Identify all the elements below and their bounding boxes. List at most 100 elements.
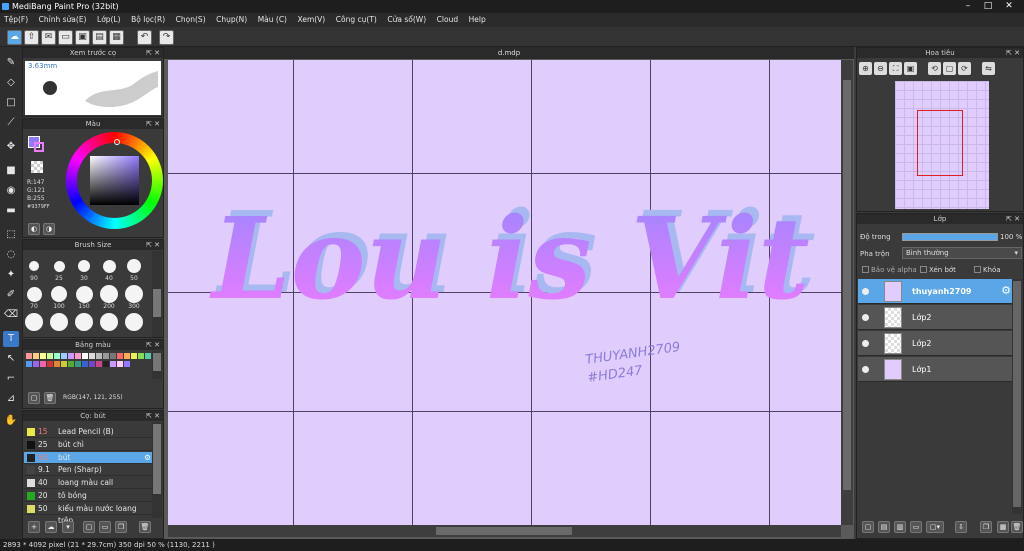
layer-row[interactable]: Lớp2 bbox=[858, 331, 1013, 356]
layer-row[interactable]: Lớp1 bbox=[858, 357, 1013, 382]
background-color-swatch[interactable] bbox=[34, 142, 44, 152]
palette-swatch[interactable] bbox=[26, 353, 32, 359]
hand-tool-icon[interactable]: ✋ bbox=[3, 413, 19, 429]
zoom-out-icon[interactable]: ⊖ bbox=[874, 62, 887, 75]
blend-mode-select[interactable]: Bình thường ▾ bbox=[902, 247, 1022, 259]
palette-swatch[interactable] bbox=[103, 361, 109, 367]
menu-help[interactable]: Help bbox=[465, 13, 490, 27]
opacity-slider[interactable] bbox=[902, 233, 998, 241]
palette-add-icon[interactable]: ▢ bbox=[28, 392, 40, 404]
palette-swatch[interactable] bbox=[117, 361, 123, 367]
palette-swatch[interactable] bbox=[47, 361, 53, 367]
palette-swatch[interactable] bbox=[75, 361, 81, 367]
navigator-thumbnail[interactable] bbox=[895, 81, 989, 209]
minimize-button[interactable]: – bbox=[958, 0, 978, 13]
palette-swatch[interactable] bbox=[96, 361, 102, 367]
bucket-tool-icon[interactable]: ◉ bbox=[3, 183, 19, 199]
export-icon[interactable]: ⇧ bbox=[24, 30, 39, 45]
lock-checkbox[interactable]: Khóa bbox=[974, 266, 1001, 274]
palette-swatch[interactable] bbox=[138, 353, 144, 359]
menu-select[interactable]: Chọn(S) bbox=[172, 13, 210, 27]
menu-layer[interactable]: Lớp(L) bbox=[93, 13, 125, 27]
dropper-tool-icon[interactable]: ⌐ bbox=[3, 371, 19, 387]
magic-wand-tool-icon[interactable]: ✦ bbox=[3, 267, 19, 283]
palette-swatch[interactable] bbox=[40, 361, 46, 367]
palette-swatch[interactable] bbox=[124, 353, 130, 359]
brush-size-dot[interactable] bbox=[75, 313, 93, 331]
palette-swatch[interactable] bbox=[33, 353, 39, 359]
eraser-tool-icon[interactable]: ◇ bbox=[3, 75, 19, 91]
menu-window[interactable]: Cửa sổ(W) bbox=[383, 13, 430, 27]
palette-swatch[interactable] bbox=[89, 361, 95, 367]
palette-swatch[interactable] bbox=[47, 353, 53, 359]
palette-swatch[interactable] bbox=[75, 353, 81, 359]
brush-import-icon[interactable]: ▾ bbox=[62, 521, 74, 533]
palette-swatch[interactable] bbox=[68, 353, 74, 359]
visibility-icon[interactable] bbox=[862, 288, 869, 295]
brush-size-dot[interactable] bbox=[25, 313, 43, 331]
layer-dropdown-icon[interactable]: ▢▾ bbox=[926, 521, 944, 533]
visibility-icon[interactable] bbox=[862, 314, 869, 321]
palette-swatch[interactable] bbox=[110, 361, 116, 367]
new-layer-icon[interactable]: ▢ bbox=[862, 521, 874, 533]
fill-tool-icon[interactable]: ■ bbox=[3, 163, 19, 179]
brush-tool-icon[interactable]: ✎ bbox=[3, 55, 19, 71]
rotate-left-icon[interactable]: ⟲ bbox=[928, 62, 941, 75]
palette-swatch[interactable] bbox=[54, 353, 60, 359]
palette-swatch[interactable] bbox=[61, 361, 67, 367]
duplicate-layer-icon[interactable]: ❐ bbox=[980, 521, 992, 533]
palette-swatch[interactable] bbox=[33, 361, 39, 367]
palette-swatch[interactable] bbox=[82, 361, 88, 367]
brush-list-item[interactable]: 50 bút ⚙ bbox=[24, 451, 153, 464]
menu-snap[interactable]: Chụp(N) bbox=[212, 13, 251, 27]
palette-swatch[interactable] bbox=[145, 353, 151, 359]
undo-icon[interactable]: ↶ bbox=[137, 30, 152, 45]
maximize-button[interactable]: □ bbox=[978, 0, 998, 13]
rotate-right-icon[interactable]: ⟳ bbox=[958, 62, 971, 75]
brush-size-dot[interactable] bbox=[125, 313, 143, 331]
canvas-horizontal-scrollbar[interactable] bbox=[168, 525, 841, 537]
brush-list-item[interactable]: 20 tô bóng bbox=[24, 490, 153, 502]
redo-icon[interactable]: ↷ bbox=[159, 30, 174, 45]
menu-cloud[interactable]: Cloud bbox=[433, 13, 462, 27]
palette-swatch[interactable] bbox=[124, 361, 130, 367]
palette-swatch[interactable] bbox=[89, 353, 95, 359]
palette-swatch[interactable] bbox=[103, 353, 109, 359]
brush-size-scrollbar[interactable] bbox=[152, 251, 162, 337]
brush-size-dot[interactable] bbox=[53, 260, 65, 272]
brush-size-dot[interactable] bbox=[51, 286, 67, 302]
hue-wheel[interactable] bbox=[66, 132, 163, 229]
grid-icon[interactable]: ▦ bbox=[109, 30, 124, 45]
close-button[interactable]: ✕ bbox=[999, 0, 1019, 13]
cloud-icon[interactable]: ☁ bbox=[7, 30, 22, 45]
layer-settings-gear-icon[interactable]: ⚙ bbox=[1001, 284, 1011, 297]
move-down-icon[interactable]: ⇩ bbox=[955, 521, 967, 533]
brush-settings-gear-icon[interactable]: ⚙ bbox=[144, 452, 151, 464]
brush-copy-icon[interactable]: ❐ bbox=[115, 521, 127, 533]
brush-list-item[interactable]: 15 Lead Pencil (B) bbox=[24, 426, 153, 438]
rect-select-tool-icon[interactable]: □ bbox=[3, 95, 19, 111]
palette-swatch[interactable] bbox=[54, 361, 60, 367]
layer-list-scrollbar[interactable] bbox=[1012, 279, 1022, 514]
navigator-viewport[interactable] bbox=[917, 110, 963, 176]
brush-size-dot[interactable] bbox=[50, 313, 68, 331]
operation-tool-icon[interactable]: ↖ bbox=[3, 351, 19, 367]
brush-list-item[interactable]: 40 loang màu call bbox=[24, 477, 153, 490]
visibility-icon[interactable] bbox=[862, 366, 869, 373]
brush-list-item[interactable]: 50kiểu màu nước loang trên bbox=[24, 503, 153, 525]
layer-row[interactable]: Lớp2 bbox=[858, 305, 1013, 330]
palette-swatch[interactable] bbox=[68, 361, 74, 367]
save-icon[interactable]: ▣ bbox=[75, 30, 90, 45]
brush-size-dot[interactable] bbox=[29, 261, 39, 271]
menu-file[interactable]: Tệp(F) bbox=[0, 13, 32, 27]
menu-view[interactable]: Xem(V) bbox=[294, 13, 330, 27]
palette-swatches[interactable] bbox=[26, 353, 151, 373]
gradient-tool-icon[interactable]: ▬ bbox=[3, 203, 19, 219]
eyedropper-tool-icon[interactable]: ⊿ bbox=[3, 391, 19, 407]
brush-size-dot[interactable] bbox=[127, 259, 141, 273]
brush-delete-icon[interactable]: 🗑 bbox=[139, 521, 151, 533]
new-1bit-layer-icon[interactable]: ▥ bbox=[894, 521, 906, 533]
brush-size-dot[interactable] bbox=[102, 259, 116, 273]
palette-swatch[interactable] bbox=[82, 353, 88, 359]
brush-size-dot[interactable] bbox=[100, 313, 118, 331]
